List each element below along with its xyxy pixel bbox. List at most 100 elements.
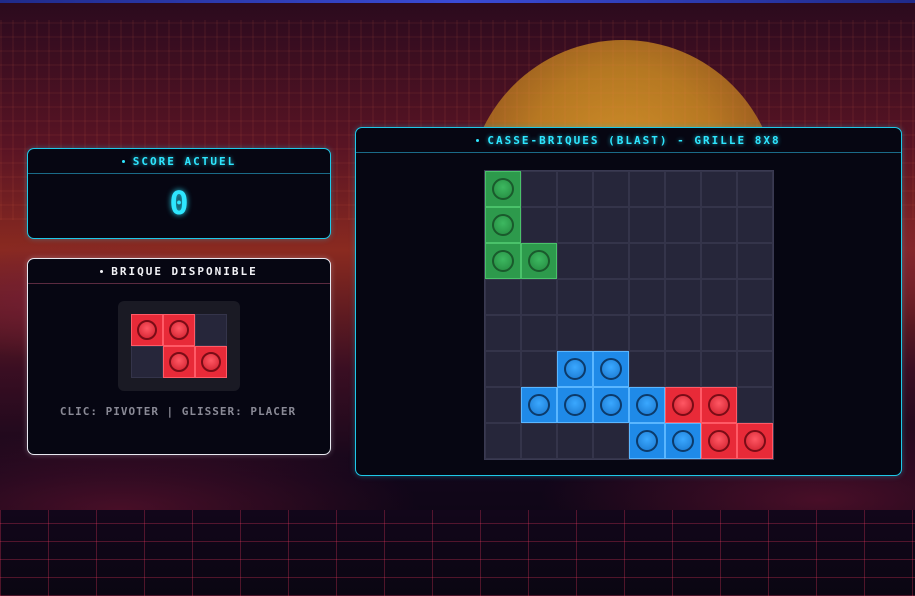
board-brick-blue[interactable]: [557, 387, 593, 423]
board-cell-empty[interactable]: [737, 171, 773, 207]
brick-stud-icon: [492, 178, 514, 200]
board-cell-empty[interactable]: [557, 171, 593, 207]
preview-brick-red[interactable]: [195, 346, 227, 378]
game-board[interactable]: [484, 170, 774, 460]
bullet-icon: [100, 269, 104, 273]
board-cell-empty[interactable]: [521, 423, 557, 459]
board-brick-blue[interactable]: [593, 387, 629, 423]
brick-preview[interactable]: [118, 301, 240, 391]
board-cell-empty[interactable]: [521, 351, 557, 387]
board-cell-empty[interactable]: [665, 351, 701, 387]
board-panel-header: CASSE-BRIQUES (BLAST) - GRILLE 8X8: [356, 128, 901, 153]
score-panel-header: SCORE ACTUEL: [28, 149, 330, 174]
top-accent-bar: [0, 0, 915, 3]
brick-stud-icon: [169, 320, 189, 340]
brick-title: BRIQUE DISPONIBLE: [111, 264, 258, 278]
brick-stud-icon: [636, 394, 658, 416]
preview-cell-empty[interactable]: [195, 314, 227, 346]
board-cell-empty[interactable]: [629, 207, 665, 243]
board-cell-empty[interactable]: [485, 387, 521, 423]
score-title: SCORE ACTUEL: [132, 154, 237, 168]
board-brick-red[interactable]: [737, 423, 773, 459]
board-cell-empty[interactable]: [701, 171, 737, 207]
board-cell-empty[interactable]: [701, 351, 737, 387]
board-cell-empty[interactable]: [665, 207, 701, 243]
preview-brick-red[interactable]: [163, 314, 195, 346]
board-panel: CASSE-BRIQUES (BLAST) - GRILLE 8X8: [355, 127, 902, 476]
board-cell-empty[interactable]: [521, 171, 557, 207]
preview-brick-red[interactable]: [131, 314, 163, 346]
board-cell-empty[interactable]: [629, 279, 665, 315]
preview-brick-red[interactable]: [163, 346, 195, 378]
board-brick-blue[interactable]: [629, 387, 665, 423]
board-brick-green[interactable]: [485, 207, 521, 243]
board-cell-empty[interactable]: [701, 315, 737, 351]
board-brick-blue[interactable]: [557, 351, 593, 387]
board-cell-empty[interactable]: [593, 279, 629, 315]
board-cell-empty[interactable]: [629, 315, 665, 351]
brick-panel-header: BRIQUE DISPONIBLE: [28, 259, 330, 284]
board-brick-blue[interactable]: [665, 423, 701, 459]
brick-stud-icon: [564, 358, 586, 380]
board-cell-empty[interactable]: [737, 207, 773, 243]
board-cell-empty[interactable]: [593, 423, 629, 459]
board-cell-empty[interactable]: [737, 351, 773, 387]
bullet-icon: [476, 138, 480, 142]
board-cell-empty[interactable]: [665, 243, 701, 279]
board-cell-empty[interactable]: [521, 207, 557, 243]
board-cell-empty[interactable]: [629, 171, 665, 207]
board-cell-empty[interactable]: [557, 207, 593, 243]
board-cell-empty[interactable]: [593, 207, 629, 243]
board-cell-empty[interactable]: [665, 279, 701, 315]
brick-stud-icon: [492, 250, 514, 272]
brick-stud-icon: [564, 394, 586, 416]
board-cell-empty[interactable]: [557, 279, 593, 315]
board-cell-empty[interactable]: [593, 171, 629, 207]
board-cell-empty[interactable]: [665, 171, 701, 207]
board-brick-green[interactable]: [485, 171, 521, 207]
board-brick-red[interactable]: [665, 387, 701, 423]
preview-cell-empty[interactable]: [131, 346, 163, 378]
brick-stud-icon: [744, 430, 766, 452]
brick-stud-icon: [528, 250, 550, 272]
board-cell-empty[interactable]: [485, 351, 521, 387]
board-brick-blue[interactable]: [593, 351, 629, 387]
bullet-icon: [121, 159, 125, 163]
board-brick-red[interactable]: [701, 423, 737, 459]
background-grid-floor: [0, 510, 915, 596]
board-cell-empty[interactable]: [665, 315, 701, 351]
board-cell-empty[interactable]: [737, 279, 773, 315]
board-brick-red[interactable]: [701, 387, 737, 423]
brick-stud-icon: [600, 358, 622, 380]
board-brick-blue[interactable]: [521, 387, 557, 423]
board-cell-empty[interactable]: [557, 243, 593, 279]
brick-stud-icon: [708, 394, 730, 416]
board-cell-empty[interactable]: [701, 207, 737, 243]
brick-stud-icon: [169, 352, 189, 372]
board-cell-empty[interactable]: [557, 315, 593, 351]
board-cell-empty[interactable]: [737, 315, 773, 351]
board-brick-blue[interactable]: [629, 423, 665, 459]
board-brick-green[interactable]: [485, 243, 521, 279]
brick-preview-grid[interactable]: [131, 314, 227, 378]
board-title: CASSE-BRIQUES (BLAST) - GRILLE 8X8: [487, 133, 781, 147]
board-cell-empty[interactable]: [701, 279, 737, 315]
board-cell-empty[interactable]: [629, 243, 665, 279]
board-cell-empty[interactable]: [593, 243, 629, 279]
board-cell-empty[interactable]: [485, 315, 521, 351]
board-cell-empty[interactable]: [701, 243, 737, 279]
board-cell-empty[interactable]: [629, 351, 665, 387]
score-panel: SCORE ACTUEL 0: [27, 148, 331, 239]
board-cell-empty[interactable]: [485, 423, 521, 459]
board-cell-empty[interactable]: [485, 279, 521, 315]
board-cell-empty[interactable]: [521, 315, 557, 351]
board-cell-empty[interactable]: [593, 315, 629, 351]
board-cell-empty[interactable]: [737, 243, 773, 279]
brick-stud-icon: [672, 430, 694, 452]
board-cell-empty[interactable]: [557, 423, 593, 459]
score-value: 0: [169, 184, 189, 222]
board-brick-green[interactable]: [521, 243, 557, 279]
brick-stud-icon: [600, 394, 622, 416]
board-cell-empty[interactable]: [737, 387, 773, 423]
board-cell-empty[interactable]: [521, 279, 557, 315]
